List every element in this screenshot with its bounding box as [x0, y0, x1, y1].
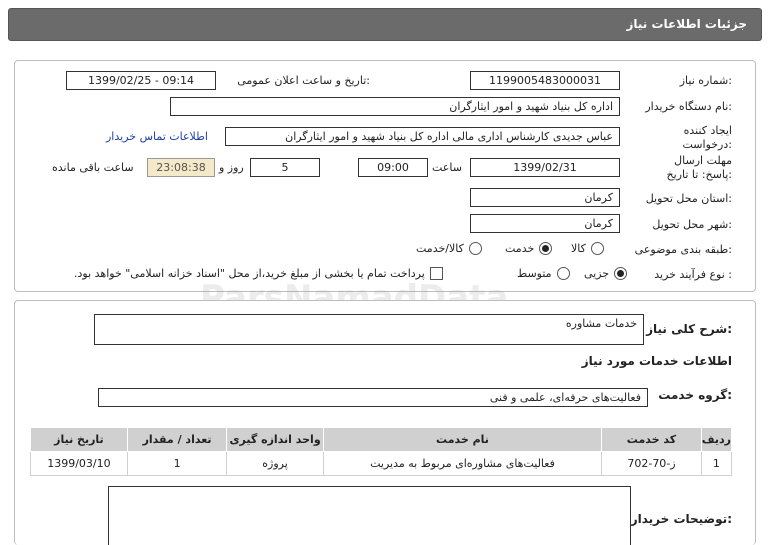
radio-icon[interactable] [468, 242, 482, 255]
description-field: خدمات مشاوره [94, 314, 644, 345]
province-field: کرمان [470, 188, 620, 207]
cell-row-number: 1 [700, 451, 733, 476]
city-field: کرمان [470, 214, 620, 233]
category-label: طبقه بندی موضوعی: [634, 243, 732, 256]
remaining-label: ساعت باقی مانده [52, 161, 134, 174]
services-table: ردیف کد خدمت نام خدمت واحد اندازه گیری ت… [30, 427, 733, 476]
buyer-field: اداره کل بنیاد شهید و امور ایثارگران [170, 97, 620, 116]
cell-unit: پروژه [226, 451, 324, 476]
radio-selected-icon[interactable] [614, 267, 628, 280]
buyer-notes-field [108, 486, 631, 545]
cell-service-name: فعالیت‌های مشاوره‌ای مربوط به مدیریت [322, 451, 603, 476]
days-label: روز و [219, 161, 244, 174]
table-header-row: ردیف کد خدمت نام خدمت واحد اندازه گیری ت… [30, 427, 733, 452]
buyer-label: نام دستگاه خریدار: [645, 100, 732, 113]
services-title: اطلاعات خدمات مورد نیاز [581, 354, 732, 368]
cell-quantity: 1 [126, 451, 228, 476]
checkbox-icon[interactable] [429, 267, 443, 280]
category-radio-goods[interactable]: کالا [571, 242, 604, 255]
page-header: جزئیات اطلاعات نیاز [8, 8, 762, 41]
service-group-label: گروه خدمت: [658, 388, 732, 402]
description-label: شرح کلی نیاز: [646, 322, 732, 336]
deadline-time-field: 09:00 [358, 158, 428, 177]
service-group-field: فعالیت‌های حرفه‌ای، علمی و فنی [98, 388, 648, 407]
process-medium-label: متوسط [517, 267, 552, 280]
deadline-date-field: 1399/02/31 [470, 158, 620, 177]
announce-field: 1399/02/25 - 09:14 [66, 71, 216, 90]
radio-selected-icon[interactable] [539, 242, 553, 255]
category-goods-label: کالا [571, 242, 586, 255]
need-number-field: 1199005483000031 [470, 71, 620, 90]
process-minor-label: جزیی [584, 267, 610, 280]
col-header-row-number: ردیف [700, 427, 733, 452]
process-radio-medium[interactable]: متوسط [517, 267, 570, 280]
buyer-contact-link[interactable]: اطلاعات تماس خریدار [106, 130, 208, 143]
radio-icon[interactable] [556, 267, 570, 280]
announce-label: تاریخ و ساعت اعلان عمومی: [237, 74, 370, 87]
col-header-need-date: تاریخ نیاز [30, 427, 128, 452]
creator-label-text: ایجاد کننده درخواست: [682, 124, 733, 151]
col-header-service-code: کد خدمت [601, 427, 702, 452]
category-radio-goods-service[interactable]: کالا/خدمت [416, 242, 482, 255]
col-header-service-name: نام خدمت [322, 427, 603, 452]
need-number-label: شماره نیاز: [679, 74, 732, 87]
deadline-time-label: ساعت [432, 161, 462, 174]
col-header-unit: واحد اندازه گیری [226, 427, 324, 452]
creator-label: ایجاد کننده درخواست: [652, 124, 733, 152]
radio-icon[interactable] [590, 242, 604, 255]
category-service-label: خدمت [505, 242, 535, 255]
buyer-notes-label: توضیحات خریدار: [630, 512, 732, 526]
remaining-timer: 23:08:38 [147, 158, 215, 177]
category-radio-service[interactable]: خدمت [505, 242, 553, 255]
payment-checkbox-row[interactable]: پرداخت تمام یا بخشی از مبلغ خرید،از محل … [74, 267, 443, 280]
category-goods-service-label: کالا/خدمت [416, 242, 464, 255]
process-radio-minor[interactable]: جزیی [584, 267, 628, 280]
deadline-label-text: مهلت ارسال پاسخ: تا تاریخ: [666, 154, 732, 181]
col-header-quantity: تعداد / مقدار [126, 427, 228, 452]
cell-need-date: 1399/03/10 [30, 451, 128, 476]
deadline-label: مهلت ارسال پاسخ: تا تاریخ: [652, 154, 732, 182]
cell-service-code: ز-70-702 [601, 451, 702, 476]
table-row: 1 ز-70-702 فعالیت‌های مشاوره‌ای مربوط به… [30, 451, 733, 476]
page-title: جزئیات اطلاعات نیاز [626, 17, 747, 31]
payment-note: پرداخت تمام یا بخشی از مبلغ خرید،از محل … [74, 267, 425, 280]
process-label: نوع فرآیند خرید : [654, 268, 732, 281]
city-label: شهر محل تحویل: [652, 218, 732, 231]
province-label: استان محل تحویل: [645, 192, 732, 205]
days-field: 5 [250, 158, 320, 177]
creator-field: عباس جدیدی کارشناس اداری مالی اداره کل ب… [225, 127, 620, 146]
